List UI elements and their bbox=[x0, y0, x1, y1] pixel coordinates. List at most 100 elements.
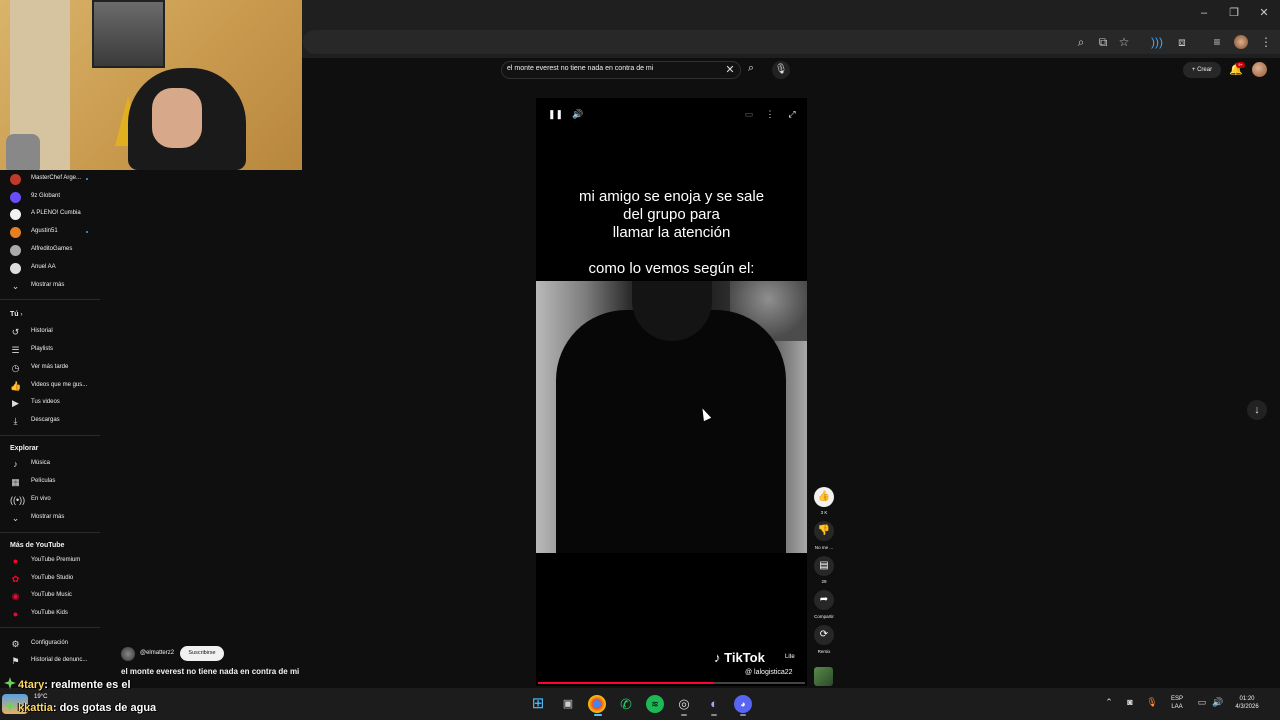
tiktok-watermark: ♪ TikTok bbox=[714, 650, 765, 665]
playlists-icon: ☰ bbox=[11, 345, 20, 355]
windows-start-icon[interactable]: ⊞ bbox=[529, 695, 547, 713]
sidebar-item-history[interactable]: ↺ Historial bbox=[0, 324, 100, 341]
chevron-down-icon: ⌄ bbox=[11, 513, 20, 523]
sidebar-item-subscription[interactable]: AlfreditoGames bbox=[0, 242, 100, 259]
close-window-button[interactable]: ✕ bbox=[1257, 6, 1271, 20]
fullscreen-icon[interactable]: ⤢ bbox=[786, 108, 798, 120]
sidebar-item-label: Música bbox=[31, 460, 51, 466]
zoom-icon[interactable]: ⌕ bbox=[1073, 34, 1089, 50]
obs-icon[interactable]: ◎ bbox=[675, 695, 693, 713]
share-label: Compartir bbox=[814, 614, 834, 619]
sidebar-heading-you[interactable]: Tú › bbox=[10, 311, 23, 318]
sidebar-item-youtube-premium[interactable]: ● YouTube Premium bbox=[0, 553, 100, 570]
more-options-icon[interactable]: ⋮ bbox=[764, 108, 776, 120]
channel-avatar[interactable] bbox=[121, 647, 135, 661]
youtube-kids-icon: ● bbox=[12, 609, 19, 619]
channel-avatar bbox=[10, 192, 21, 203]
sidebar-show-more[interactable]: ⌄ Mostrar más bbox=[0, 510, 100, 527]
remix-button[interactable]: ⟳ bbox=[814, 625, 834, 645]
share-button[interactable]: ➦ bbox=[814, 590, 834, 610]
subscribe-button[interactable]: Suscribirse bbox=[180, 646, 224, 661]
flag-icon: ⚑ bbox=[11, 656, 20, 666]
search-icon[interactable]: ⌕ bbox=[742, 62, 760, 78]
spotify-icon[interactable]: ≋ bbox=[646, 695, 664, 713]
create-button[interactable]: + Crear bbox=[1183, 62, 1221, 78]
sidebar-show-more[interactable]: ⌄ Mostrar más bbox=[0, 278, 100, 295]
running-app-indicator bbox=[740, 714, 746, 716]
sidebar-item-playlists[interactable]: ☰ Playlists bbox=[0, 342, 100, 359]
pause-icon[interactable]: ❚❚ bbox=[548, 108, 563, 120]
bookmark-star-icon[interactable]: ☆ bbox=[1116, 34, 1132, 50]
sidebar-item-subscription[interactable]: 9z Globant bbox=[0, 189, 100, 206]
account-avatar[interactable] bbox=[1252, 62, 1267, 77]
maximize-button[interactable]: ❐ bbox=[1227, 6, 1241, 20]
whatsapp-icon[interactable]: ✆ bbox=[617, 695, 635, 713]
clock-time: 01:20 bbox=[1239, 696, 1255, 702]
sidebar-item-subscription[interactable]: A PLENO! Cumbia bbox=[0, 206, 100, 223]
active-app-indicator bbox=[594, 714, 602, 716]
comments-button[interactable]: ▤ bbox=[814, 556, 834, 576]
search-query-text: el monte everest no tiene nada en contra… bbox=[507, 65, 654, 72]
streaming-app-icon[interactable]: ◐ bbox=[705, 695, 723, 713]
sidebar-item-label: MasterChef Arge... bbox=[31, 175, 82, 181]
audio-thumbnail[interactable] bbox=[814, 667, 833, 686]
sidebar-item-label: YouTube Kids bbox=[31, 610, 68, 616]
chat-username: 4tary bbox=[18, 679, 45, 691]
profile-icon[interactable] bbox=[1234, 35, 1248, 49]
chat-text: : dos gotas de agua bbox=[52, 702, 157, 714]
chrome-icon[interactable] bbox=[588, 695, 606, 713]
sidebar-item-label: Ver más tarde bbox=[31, 364, 69, 370]
sidebar-item-youtube-music[interactable]: ◉ YouTube Music bbox=[0, 588, 100, 605]
tray-overflow-icon[interactable]: ⌃ bbox=[1103, 697, 1115, 708]
install-icon[interactable]: ⧉ bbox=[1095, 34, 1111, 50]
extension-audio-icon[interactable]: ))) bbox=[1149, 34, 1165, 50]
extensions-icon[interactable]: ⧈ bbox=[1174, 34, 1190, 50]
volume-icon[interactable]: 🔊 bbox=[572, 108, 584, 120]
sidebar-item-watch-later[interactable]: ◷ Ver más tarde bbox=[0, 360, 100, 377]
sidebar-item-subscription[interactable]: Agustin51 bbox=[0, 224, 100, 241]
dislike-button[interactable]: 👎 bbox=[814, 521, 834, 541]
sidebar-item-label: A PLENO! Cumbia bbox=[31, 210, 81, 216]
menu-icon[interactable]: ⋮ bbox=[1258, 34, 1274, 50]
microphone-icon[interactable]: 🎙 bbox=[772, 61, 790, 79]
webcam-person-face bbox=[152, 88, 202, 148]
sidebar-item-label: Videos que me gus... bbox=[31, 382, 88, 388]
liked-icon: 👍 bbox=[10, 381, 22, 391]
comment-count: 29 bbox=[821, 579, 827, 584]
chevron-right-icon: › bbox=[20, 312, 23, 318]
tray-app-icon[interactable]: ◙ bbox=[1124, 697, 1136, 707]
clock[interactable]: 01:20 4/3/2026 bbox=[1228, 695, 1266, 711]
video-title: el monte everest no tiene nada en contra… bbox=[121, 667, 300, 676]
sidebar-item-label: Playlists bbox=[31, 346, 54, 352]
tab-search-icon[interactable]: ≡ bbox=[1209, 34, 1225, 50]
sidebar-item-liked[interactable]: 👍 Videos que me gus... bbox=[0, 378, 100, 395]
captions-icon[interactable]: ▭ bbox=[743, 108, 755, 120]
volume-tray-icon[interactable]: 🔊 bbox=[1212, 697, 1224, 708]
channel-avatar bbox=[10, 227, 21, 238]
address-bar[interactable] bbox=[303, 30, 1280, 54]
language-indicator[interactable]: ESP LAA bbox=[1166, 695, 1188, 711]
sidebar-item-youtube-kids[interactable]: ● YouTube Kids bbox=[0, 606, 100, 623]
sidebar-item-movies[interactable]: ▦ Películas bbox=[0, 474, 100, 491]
sidebar-item-report-history[interactable]: ⚑ Historial de denunc... bbox=[0, 653, 100, 670]
tiktok-lite-label: Lite bbox=[785, 654, 795, 660]
minimize-button[interactable]: – bbox=[1197, 6, 1211, 20]
discord-icon[interactable]: ◕ bbox=[734, 695, 752, 713]
sidebar-item-settings[interactable]: ⚙ Configuración bbox=[0, 636, 100, 653]
chat-username: kkattia bbox=[18, 702, 53, 714]
tray-microphone-icon[interactable]: 🎙 bbox=[1146, 697, 1158, 708]
like-button[interactable]: 👍 bbox=[814, 487, 834, 507]
channel-name[interactable]: @elmatterz2 bbox=[140, 650, 174, 656]
network-icon[interactable]: ▭ bbox=[1196, 697, 1208, 708]
search-clear-icon[interactable]: ✕ bbox=[724, 63, 736, 77]
sidebar-item-subscription[interactable]: MasterChef Arge... bbox=[0, 171, 100, 188]
sidebar-item-live[interactable]: ((•)) En vivo bbox=[0, 492, 100, 509]
sidebar-item-downloads[interactable]: ⤓ Descargas bbox=[0, 413, 100, 430]
sidebar-item-your-videos[interactable]: ▶ Tus videos bbox=[0, 395, 100, 412]
like-count: 3 K bbox=[820, 510, 828, 515]
sidebar-item-subscription[interactable]: Anuel AA bbox=[0, 260, 100, 277]
sidebar-item-youtube-studio[interactable]: ✿ YouTube Studio bbox=[0, 571, 100, 588]
sidebar-item-music[interactable]: ♪ Música bbox=[0, 456, 100, 473]
next-video-arrow-icon[interactable]: ↓ bbox=[1247, 400, 1267, 420]
task-view-icon[interactable]: ▣ bbox=[559, 695, 577, 713]
